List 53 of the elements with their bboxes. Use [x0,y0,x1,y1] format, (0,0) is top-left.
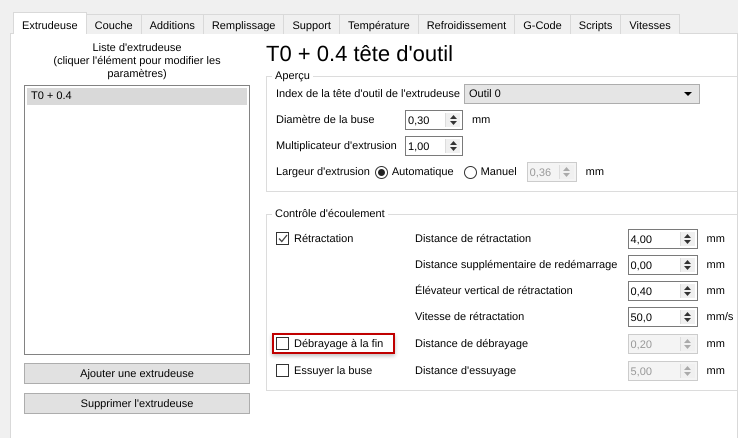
checkbox[interactable]: Rétractation [272,228,366,249]
number-field[interactable]: 0,00 [628,255,698,275]
tab[interactable]: Scripts [570,14,622,34]
field-label: Élévateur vertical de rétractation [415,285,574,297]
number-field[interactable]: 0,30 [405,110,463,130]
tab[interactable]: Refroidissement [418,14,516,34]
list-item[interactable]: T0 + 0.4 [27,88,247,105]
field-label: Index de la tête d'outil de l'extrudeuse [276,88,460,100]
spin-arrows-icon[interactable] [445,139,460,153]
tab[interactable]: Température [338,14,419,34]
checkbox-box[interactable] [276,232,289,245]
unit-label: mm [706,259,725,271]
spin-arrows-icon[interactable] [680,232,695,246]
extruder-title: T0 + 0.4 tête d'outil [266,41,454,67]
list-button[interactable]: Ajouter une extrudeuse [24,363,250,384]
check-icon [278,234,288,243]
field-label: Distance supplémentaire de redémarrage [415,259,618,271]
group-title: Aperçu [274,70,311,82]
unit-label: mm [706,364,725,376]
spin-arrows-icon[interactable] [680,258,695,272]
dropdown-arrow-icon [684,92,692,96]
list-hint: (cliquer l'élément pour modifier les paramètres) [52,55,222,81]
field-label: Vitesse de rétractation [415,311,526,323]
tab[interactable]: Couche [86,14,142,34]
unit-label: mm [586,166,604,178]
number-field[interactable]: 4,00 [628,228,698,248]
unit-label: mm [706,338,725,350]
list-heading: Liste d'extrudeuse [92,42,182,55]
spin-arrows-icon[interactable] [680,284,695,298]
group-title: Contrôle d'écoulement [274,208,386,220]
unit-label: mm [472,114,490,126]
tab[interactable]: Vitesses [620,14,680,34]
tab[interactable]: Extrudeuse [13,12,87,34]
spin-arrows-icon[interactable] [445,113,460,127]
list-button[interactable]: Supprimer l'extrudeuse [24,393,250,414]
field-label: Distance de rétractation [415,232,532,244]
number-field[interactable]: 1,00 [405,136,463,156]
spin-arrows-icon[interactable] [680,310,695,324]
field-label: Multiplicateur d'extrusion [276,140,398,152]
unit-label: mm [706,232,725,244]
tab[interactable]: Support [283,14,340,34]
unit-label: mm [706,285,725,297]
field-label: Diamètre de la buse [276,114,376,126]
field-label: Largeur d'extrusion [276,166,370,178]
tab[interactable]: Additions [140,14,204,34]
unit-label: mm/s [706,311,734,323]
tab[interactable]: G-Code [514,14,571,34]
number-field[interactable]: 0,40 [628,281,698,301]
number-field[interactable]: 50,0 [628,307,698,327]
tab[interactable]: Remplissage [202,14,284,34]
field-label: Distance de débrayage [415,338,530,350]
field-label: Distance d'essuyage [415,364,518,376]
tool-dropdown[interactable]: Outil 0 [464,84,700,104]
